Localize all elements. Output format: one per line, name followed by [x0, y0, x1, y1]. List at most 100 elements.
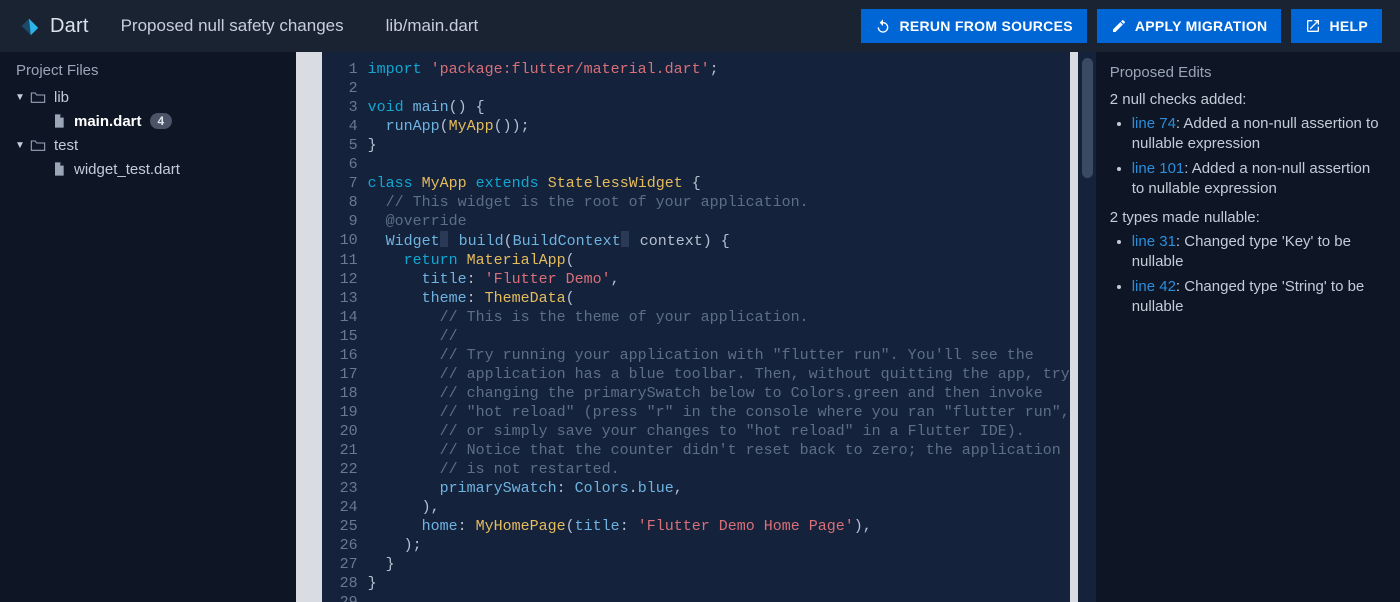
code-content[interactable]: // is not restarted. [368, 460, 620, 479]
line-number: 13 [322, 289, 368, 308]
line-number: 20 [322, 422, 368, 441]
open-in-new-icon [1305, 18, 1321, 34]
code-content[interactable]: return MaterialApp( [368, 251, 575, 270]
code-line[interactable]: 9 @override [322, 212, 1070, 231]
code-line[interactable]: 13 theme: ThemeData( [322, 289, 1070, 308]
line-number: 1 [322, 60, 368, 79]
code-line[interactable]: 17 // application has a blue toolbar. Th… [322, 365, 1070, 384]
code-content[interactable]: // changing the primarySwatch below to C… [368, 384, 1043, 403]
code-content[interactable]: class MyApp extends StatelessWidget { [368, 174, 701, 193]
code-content[interactable]: } [368, 136, 377, 155]
code-line[interactable]: 4 runApp(MyApp()); [322, 117, 1070, 136]
code-line[interactable]: 25 home: MyHomePage(title: 'Flutter Demo… [322, 517, 1070, 536]
help-button[interactable]: HELP [1291, 9, 1382, 43]
code-content[interactable]: // This is the theme of your application… [368, 308, 809, 327]
edit-line-link[interactable]: line 74 [1132, 115, 1176, 132]
scrollbar-thumb[interactable] [1082, 58, 1093, 178]
rerun-from-sources-button[interactable]: RERUN FROM SOURCES [861, 9, 1086, 43]
code-content[interactable]: home: MyHomePage(title: 'Flutter Demo Ho… [368, 517, 872, 536]
apply-migration-button[interactable]: APPLY MIGRATION [1097, 9, 1282, 43]
code-content[interactable]: } [368, 574, 377, 593]
edits-section-heading: 2 null checks added: [1110, 91, 1386, 108]
line-number: 21 [322, 441, 368, 460]
code-line[interactable]: 18 // changing the primarySwatch below t… [322, 384, 1070, 403]
code-line[interactable]: 20 // or simply save your changes to "ho… [322, 422, 1070, 441]
code-content[interactable]: primarySwatch: Colors.blue, [368, 479, 683, 498]
code-content[interactable]: ); [368, 536, 422, 555]
code-line[interactable]: 29 [322, 593, 1070, 602]
editor-scrollbar[interactable] [1078, 52, 1096, 602]
code-line[interactable]: 27 } [322, 555, 1070, 574]
code-line[interactable]: 6 [322, 155, 1070, 174]
edits-sections: 2 null checks added: line 74: Added a non… [1110, 91, 1386, 317]
code-line[interactable]: 22 // is not restarted. [322, 460, 1070, 479]
edit-item: line 31: Changed type 'Key' to be nullab… [1132, 232, 1386, 273]
proposed-edits-panel: Proposed Edits 2 null checks added: line … [1096, 52, 1400, 602]
code-content[interactable]: runApp(MyApp()); [368, 117, 530, 136]
code-content[interactable]: import 'package:flutter/material.dart'; [368, 60, 719, 79]
code-line[interactable]: 7class MyApp extends StatelessWidget { [322, 174, 1070, 193]
code-line[interactable]: 5} [322, 136, 1070, 155]
code-line[interactable]: 19 // "hot reload" (press "r" in the con… [322, 403, 1070, 422]
edit-line-link[interactable]: line 42 [1132, 278, 1176, 295]
code-content[interactable]: // [368, 327, 458, 346]
apply-label: APPLY MIGRATION [1135, 18, 1268, 34]
line-number: 28 [322, 574, 368, 593]
code-content[interactable]: // "hot reload" (press "r" in the consol… [368, 403, 1070, 422]
code-content[interactable]: // Notice that the counter didn't reset … [368, 441, 1061, 460]
code-line[interactable]: 14 // This is the theme of your applicat… [322, 308, 1070, 327]
code-content[interactable]: Widget build(BuildContext context) { [368, 231, 730, 251]
code-line[interactable]: 23 primarySwatch: Colors.blue, [322, 479, 1070, 498]
code-line[interactable]: 3void main() { [322, 98, 1070, 117]
code-content[interactable]: // application has a blue toolbar. Then,… [368, 365, 1070, 384]
code-line[interactable]: 24 ), [322, 498, 1070, 517]
code-line[interactable]: 21 // Notice that the counter didn't res… [322, 441, 1070, 460]
line-number: 5 [322, 136, 368, 155]
tree-file-widget_test.dart[interactable]: widget_test.dart [0, 157, 296, 181]
edits-section-heading: 2 types made nullable: [1110, 209, 1386, 226]
dart-logo-icon [18, 15, 40, 37]
code-content[interactable]: theme: ThemeData( [368, 289, 575, 308]
line-number: 15 [322, 327, 368, 346]
code-line[interactable]: 16 // Try running your application with … [322, 346, 1070, 365]
edit-line-link[interactable]: line 101 [1132, 160, 1185, 177]
line-number: 24 [322, 498, 368, 517]
code-line[interactable]: 11 return MaterialApp( [322, 251, 1070, 270]
code-line[interactable]: 12 title: 'Flutter Demo', [322, 270, 1070, 289]
code-line[interactable]: 26 ); [322, 536, 1070, 555]
file-label: widget_test.dart [74, 161, 180, 178]
code-line[interactable]: 2 [322, 79, 1070, 98]
editor-lines[interactable]: 1import 'package:flutter/material.dart';… [322, 52, 1070, 602]
code-content[interactable]: } [368, 555, 395, 574]
code-content[interactable]: // Try running your application with "fl… [368, 346, 1034, 365]
tree-folder-test[interactable]: ▼test [0, 133, 296, 157]
sidebar-title: Project Files [0, 62, 296, 85]
help-label: HELP [1329, 18, 1368, 34]
edits-panel-title: Proposed Edits [1110, 64, 1386, 81]
page-subtitle: Proposed null safety changes [121, 16, 344, 36]
code-line[interactable]: 1import 'package:flutter/material.dart'; [322, 60, 1070, 79]
code-line[interactable]: 10 Widget build(BuildContext context) { [322, 231, 1070, 251]
header: Dart Proposed null safety changes lib/ma… [0, 0, 1400, 52]
chevron-down-icon: ▼ [14, 140, 26, 151]
code-line[interactable]: 15 // [322, 327, 1070, 346]
line-number: 23 [322, 479, 368, 498]
edit-line-link[interactable]: line 31 [1132, 233, 1176, 250]
editor-left-margin [296, 52, 322, 602]
tree-file-main.dart[interactable]: main.dart4 [0, 109, 296, 133]
code-content[interactable]: title: 'Flutter Demo', [368, 270, 620, 289]
edits-list: line 74: Added a non-null assertion to n… [1110, 114, 1386, 199]
tree-folder-lib[interactable]: ▼lib [0, 85, 296, 109]
edit-item: line 101: Added a non-null assertion to … [1132, 159, 1386, 200]
code-content[interactable]: // or simply save your changes to "hot r… [368, 422, 1025, 441]
code-line[interactable]: 28} [322, 574, 1070, 593]
file-icon [52, 161, 66, 177]
code-content[interactable]: // This widget is the root of your appli… [368, 193, 809, 212]
code-editor[interactable]: 1import 'package:flutter/material.dart';… [296, 52, 1096, 602]
code-content[interactable]: @override [368, 212, 467, 231]
code-content[interactable]: void main() { [368, 98, 485, 117]
line-number: 6 [322, 155, 368, 174]
current-file-path: lib/main.dart [386, 16, 479, 36]
code-line[interactable]: 8 // This widget is the root of your app… [322, 193, 1070, 212]
code-content[interactable]: ), [368, 498, 440, 517]
